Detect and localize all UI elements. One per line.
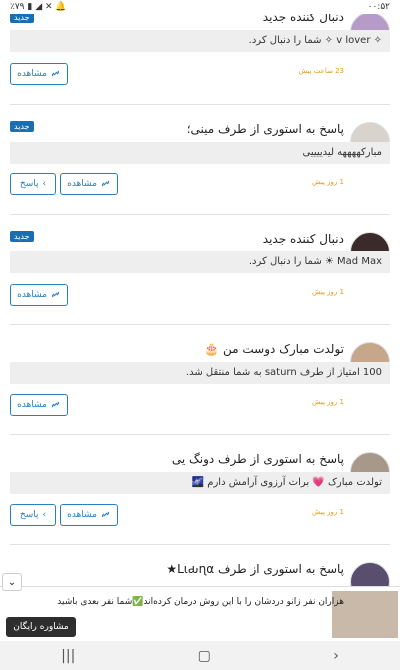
status-icons: ٪۷۹ ▮ ◢ ✕ 🔔	[10, 2, 67, 12]
new-badge: جدید	[10, 121, 34, 132]
notification-message: Mad Max ☀ شما را دنبال کرد.	[10, 251, 390, 273]
divider	[10, 104, 390, 105]
notification-title: پاسخ به استوری از طرف Lιԃɳα★	[166, 562, 344, 576]
view-button[interactable]: مشاهده	[10, 63, 68, 85]
notification-message: 100 امتیاز از طرف saturn به شما منتقل شد…	[10, 362, 390, 384]
ad-cta-button[interactable]: مشاوره رایگان	[6, 617, 76, 637]
divider	[10, 434, 390, 435]
link-icon	[51, 401, 59, 408]
notification-message: مبارکههههه لیدییییی	[10, 142, 390, 164]
view-button[interactable]: مشاهده	[60, 173, 118, 195]
clock: ۰۰:۵۲	[367, 2, 390, 12]
notification-message: ✧ v lover ✧ شما را دنبال کرد.	[10, 30, 390, 52]
notification-message: تولدت مبارک 💗 برات آرزوی آرامش دارم 🌌	[10, 472, 390, 494]
view-button[interactable]: مشاهده	[10, 284, 68, 306]
notification-title: پاسخ به استوری از طرف مینی؛	[186, 122, 344, 136]
link-icon	[51, 70, 59, 77]
divider	[10, 214, 390, 215]
recent-apps-icon[interactable]: |||	[61, 648, 75, 664]
chevron-left-icon: ‹	[42, 510, 47, 520]
divider	[10, 324, 390, 325]
reply-button[interactable]: پاسخ ‹	[10, 173, 56, 195]
notification-time: 1 روز پیش	[311, 508, 344, 516]
ad-text: هزاران نفر زانو دردشان را با این روش درم…	[57, 597, 344, 607]
divider	[10, 544, 390, 545]
view-button[interactable]: مشاهده	[10, 394, 68, 416]
notification-time: 23 ساعت پیش	[298, 67, 344, 75]
notification-time: 1 روز پیش	[311, 288, 344, 296]
new-badge: جدید	[10, 231, 34, 242]
link-icon	[101, 180, 109, 187]
link-icon	[51, 291, 59, 298]
link-icon	[101, 511, 109, 518]
notification-title: پاسخ به استوری از طرف دونگ یی	[171, 452, 344, 466]
chevron-down-icon[interactable]: ⌄	[2, 573, 22, 591]
reply-button[interactable]: پاسخ ‹	[10, 504, 56, 526]
home-icon[interactable]: ▢	[198, 648, 211, 664]
notification-time: 1 روز پیش	[311, 178, 344, 186]
status-bar: ٪۷۹ ▮ ◢ ✕ 🔔 ۰۰:۵۲	[0, 0, 400, 14]
notification-title: دنبال کننده جدید	[262, 232, 344, 246]
notification-title: تولدت مبارک دوست من 🎂	[204, 342, 344, 356]
view-button[interactable]: مشاهده	[60, 504, 118, 526]
ad-banner[interactable]: ⌄ هزاران نفر زانو دردشان را با این روش د…	[0, 573, 400, 642]
battery-level: ٪۷۹	[10, 2, 25, 12]
back-icon[interactable]: ›	[333, 648, 339, 664]
system-nav-bar: ||| ▢ ›	[0, 641, 400, 670]
notification-time: 1 روز پیش	[311, 398, 344, 406]
chevron-left-icon: ‹	[42, 179, 47, 189]
